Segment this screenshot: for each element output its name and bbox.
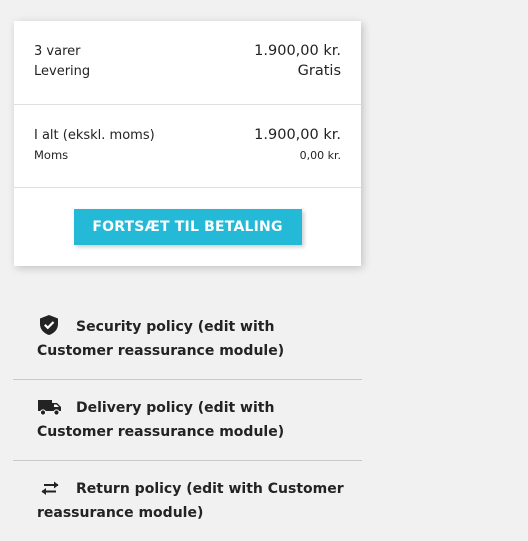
shield-check-icon xyxy=(37,314,63,335)
total-row: I alt (ekskl. moms) 1.900,00 kr. xyxy=(34,127,341,143)
tax-value: 0,00 kr. xyxy=(299,149,341,162)
tax-row: Moms 0,00 kr. xyxy=(34,148,341,162)
cart-totals: I alt (ekskl. moms) 1.900,00 kr. Moms 0,… xyxy=(14,105,361,188)
total-value: 1.900,00 kr. xyxy=(254,127,341,143)
truck-icon xyxy=(37,397,63,417)
reassurance-text: Delivery policy (edit with Customer reas… xyxy=(37,400,285,440)
proceed-to-checkout-button[interactable]: FORTSÆT TIL BETALING xyxy=(73,209,302,245)
subtotal-products-row: 3 varer 1.900,00 kr. xyxy=(34,43,341,59)
reassurance-block: Security policy (edit with Customer reas… xyxy=(13,298,362,541)
cart-summary: 3 varer 1.900,00 kr. Levering Gratis I a… xyxy=(14,21,361,266)
subtotal-shipping-row: Levering Gratis xyxy=(34,63,341,79)
tax-label: Moms xyxy=(34,148,69,162)
reassurance-item-security: Security policy (edit with Customer reas… xyxy=(13,298,362,380)
reassurance-item-delivery: Delivery policy (edit with Customer reas… xyxy=(13,380,362,461)
swap-arrows-icon xyxy=(37,478,63,498)
reassurance-text: Return policy (edit with Customer reassu… xyxy=(37,481,344,521)
reassurance-text: Security policy (edit with Customer reas… xyxy=(37,319,285,359)
shipping-value: Gratis xyxy=(297,63,341,79)
cart-subtotals: 3 varer 1.900,00 kr. Levering Gratis xyxy=(14,21,361,105)
products-count-label: 3 varer xyxy=(34,44,81,59)
checkout-area: FORTSÆT TIL BETALING xyxy=(14,188,361,245)
products-subtotal-value: 1.900,00 kr. xyxy=(254,43,341,59)
reassurance-item-return: Return policy (edit with Customer reassu… xyxy=(13,461,362,541)
shipping-label: Levering xyxy=(34,64,91,79)
total-label: I alt (ekskl. moms) xyxy=(34,128,155,143)
